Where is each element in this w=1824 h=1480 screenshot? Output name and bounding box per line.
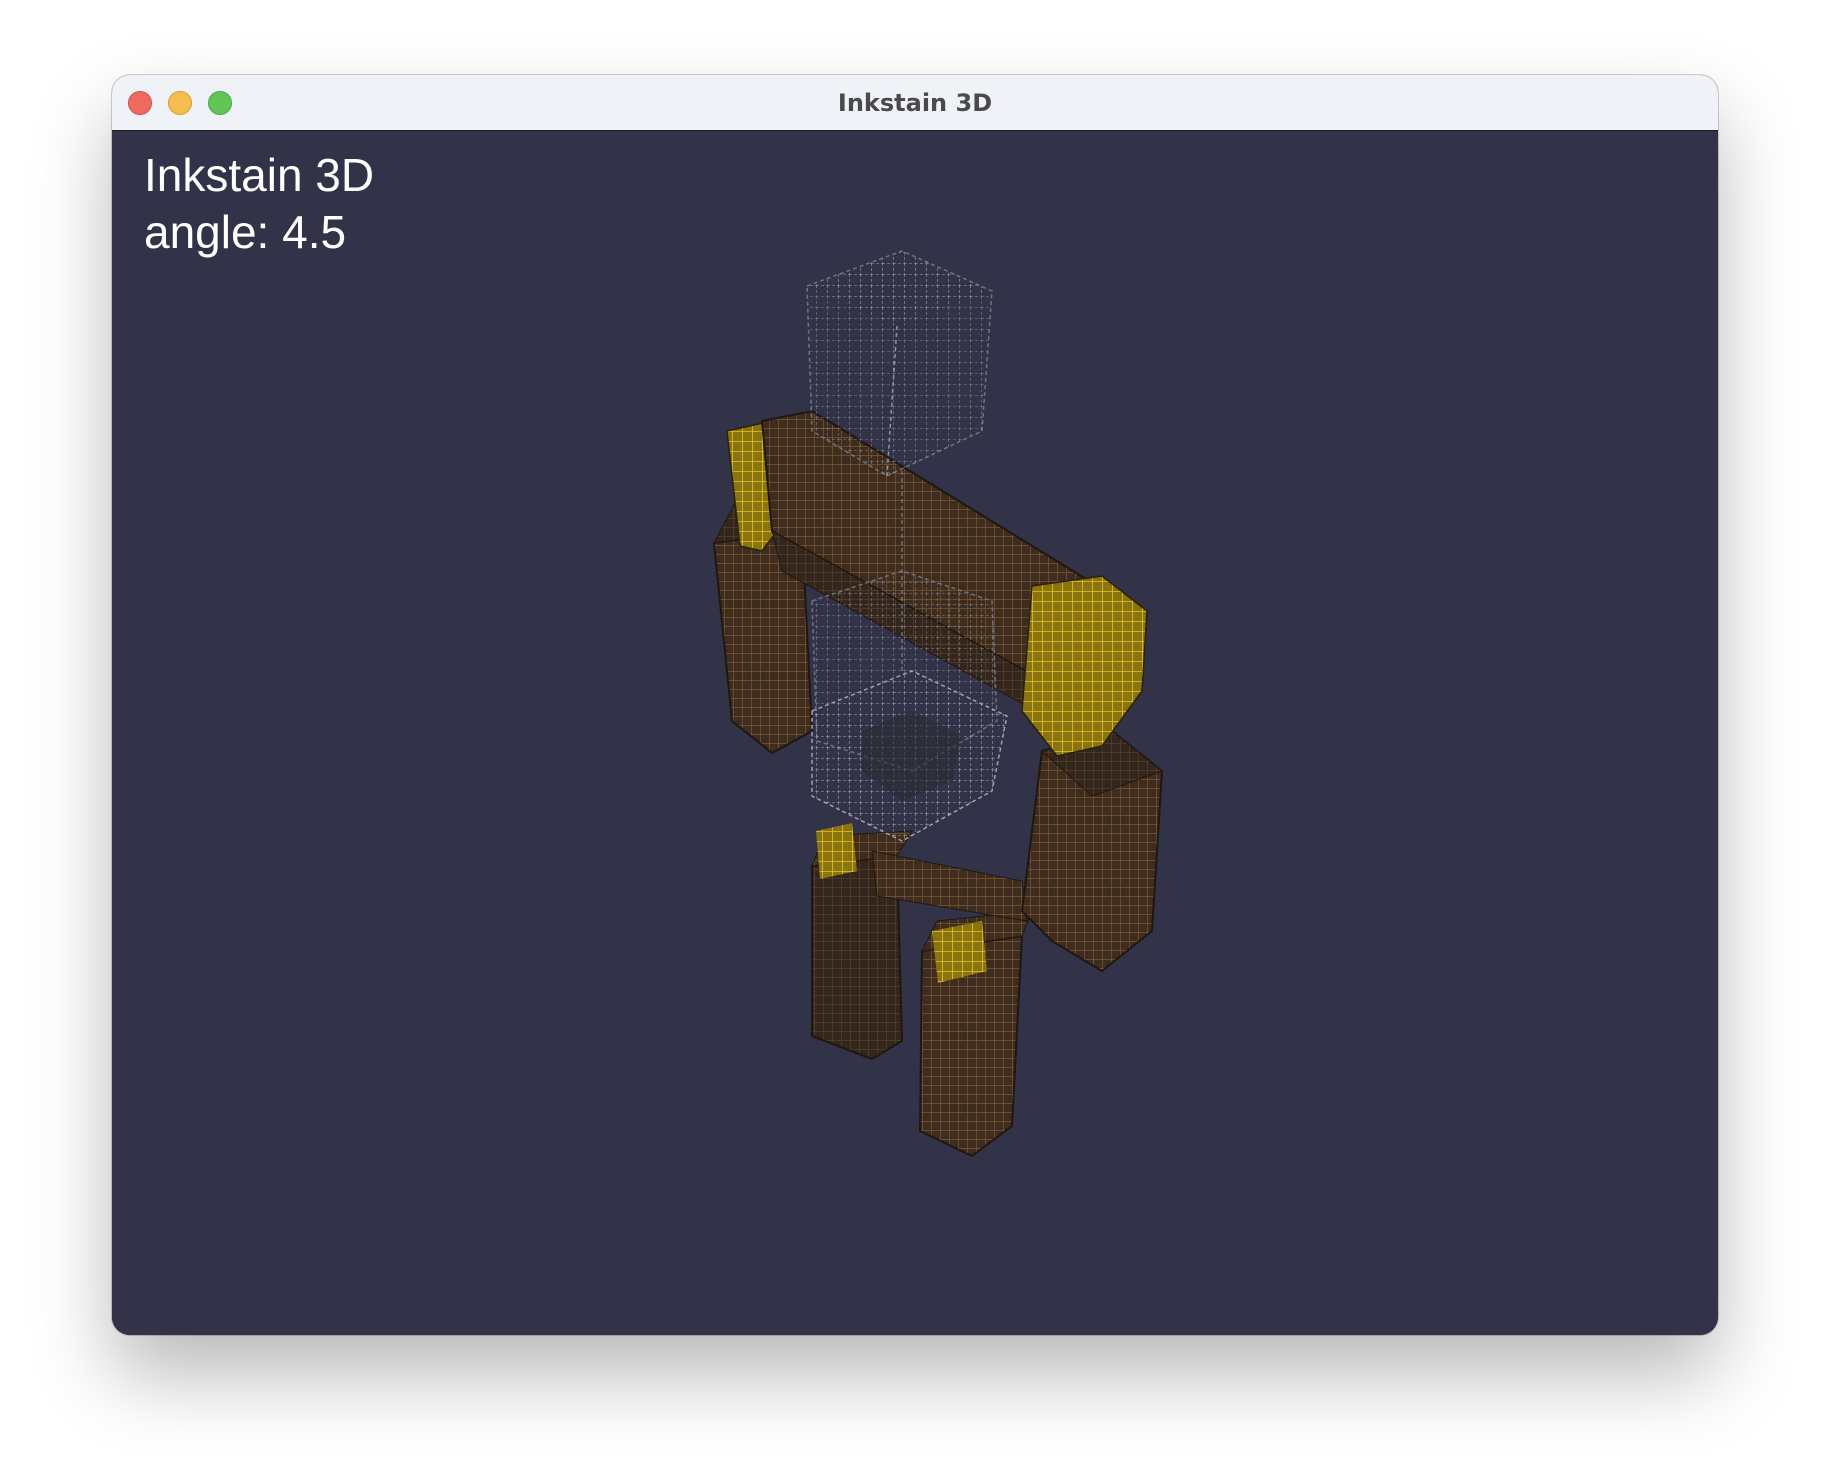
title-bar[interactable]: Inkstain 3D	[112, 75, 1718, 131]
torso	[811, 570, 1008, 842]
hud-angle-readout: angle: 4.5	[144, 206, 347, 258]
right-arm	[1020, 729, 1164, 973]
3d-scene-canvas[interactable]	[112, 131, 1718, 1335]
right-shoulder-pad	[1021, 575, 1148, 757]
hip-joint-right	[816, 823, 857, 879]
3d-viewport[interactable]: Inkstain 3D angle: 4.5	[112, 131, 1718, 1335]
hud-overlay: Inkstain 3D angle: 4.5	[144, 147, 374, 261]
window-title: Inkstain 3D	[837, 89, 993, 117]
hud-title: Inkstain 3D	[144, 149, 375, 201]
app-window: Inkstain 3D Inkstain 3D angle: 4.5	[112, 75, 1718, 1335]
